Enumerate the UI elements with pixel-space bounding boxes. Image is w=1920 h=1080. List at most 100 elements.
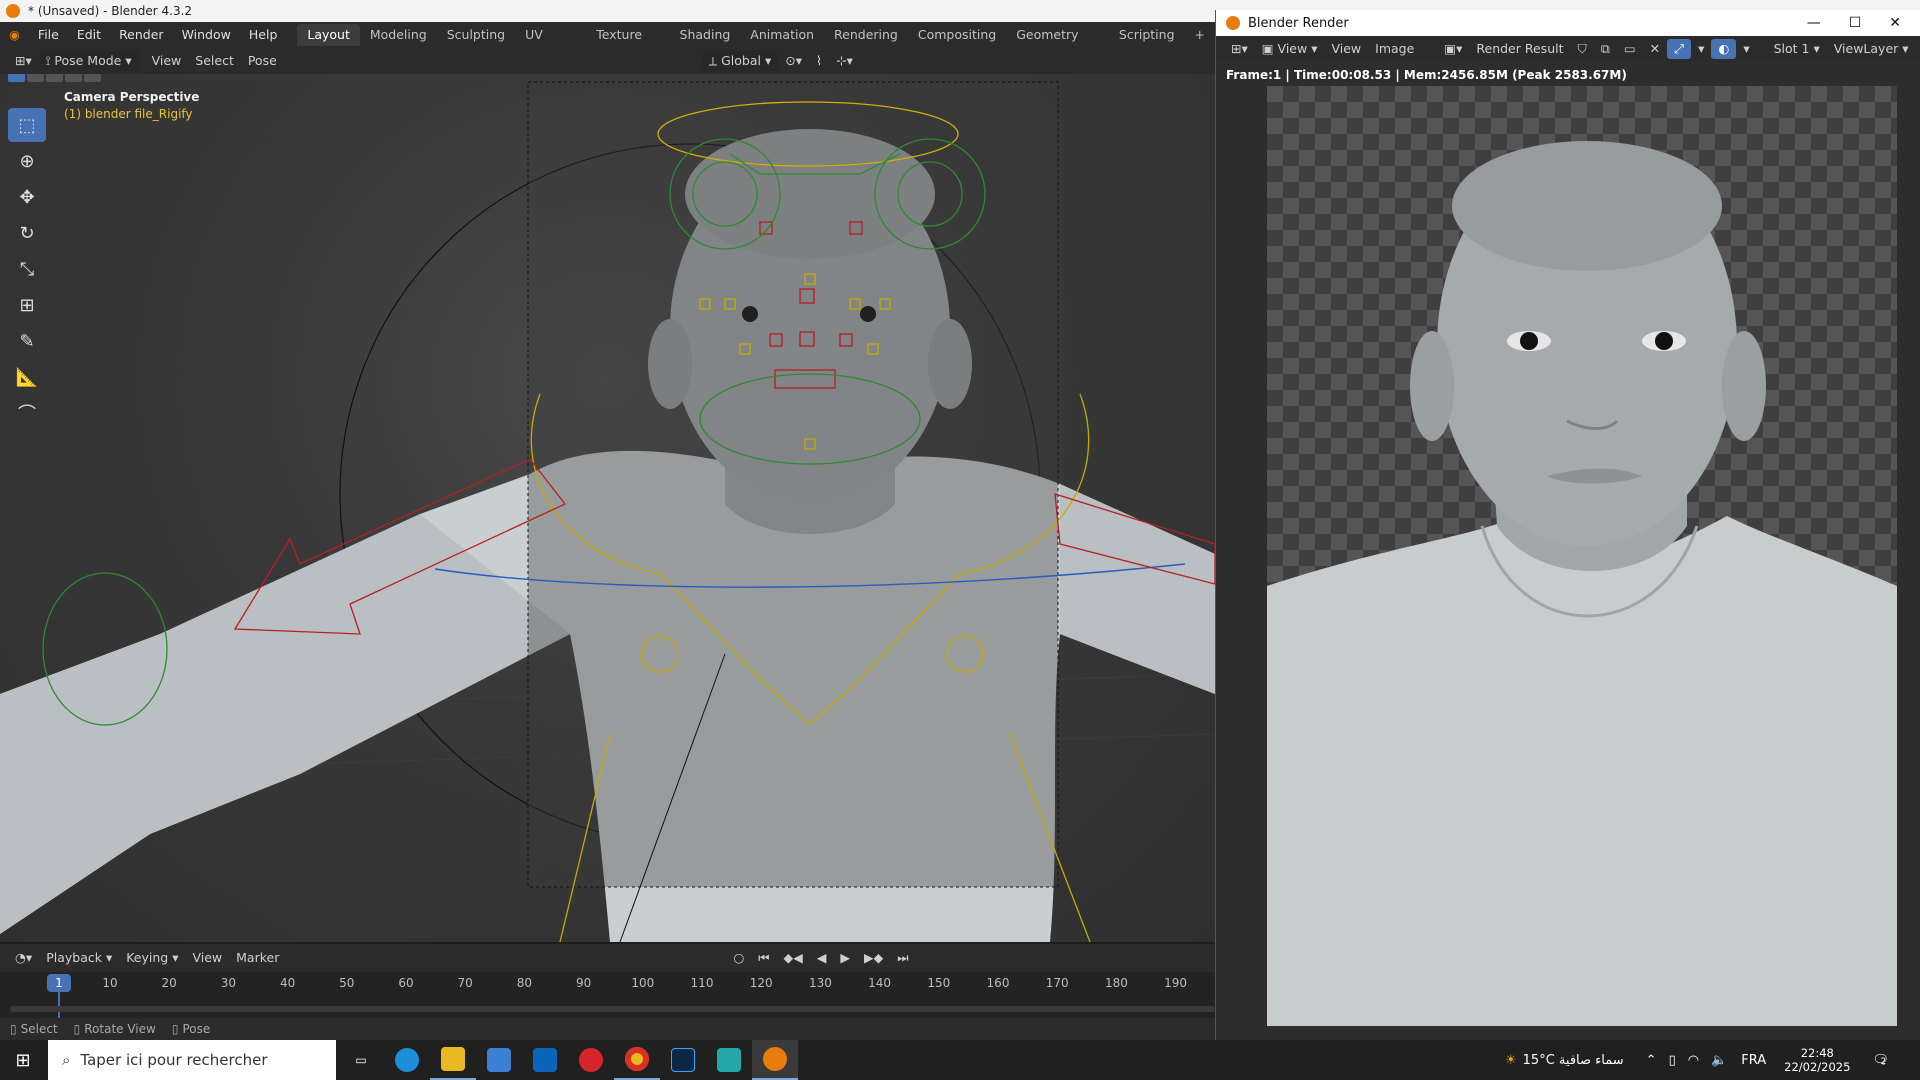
- select-extend-icon[interactable]: [27, 74, 44, 82]
- transform-tool-icon[interactable]: ⊞: [8, 288, 46, 322]
- device-icon[interactable]: ▯: [1669, 1053, 1676, 1068]
- menu-render[interactable]: Render: [110, 22, 173, 48]
- menu-image[interactable]: Image: [1368, 39, 1421, 59]
- network-icon[interactable]: ◠: [1688, 1053, 1699, 1068]
- menu-view[interactable]: View: [145, 51, 189, 71]
- 3d-viewport[interactable]: Camera Perspective (1) blender file_Rigi…: [0, 74, 1215, 942]
- maximize-icon[interactable]: ☐: [1849, 15, 1862, 31]
- minimize-icon[interactable]: —: [1807, 15, 1821, 31]
- jump-start-icon[interactable]: ⏮: [751, 948, 776, 968]
- open-image-icon[interactable]: ▭: [1617, 39, 1643, 59]
- gizmo-dropdown-icon[interactable]: ▾: [1691, 39, 1711, 59]
- tab-geometry-nodes[interactable]: Geometry Nodes: [1006, 24, 1109, 64]
- playhead[interactable]: [58, 992, 60, 1018]
- viewlayer-dropdown[interactable]: ViewLayer ▾: [1827, 39, 1916, 59]
- tab-rendering[interactable]: Rendering: [824, 24, 908, 46]
- add-workspace-icon[interactable]: +: [1185, 24, 1215, 46]
- gizmo-toggle-icon[interactable]: ⤢: [1667, 39, 1692, 59]
- annotate-tool-icon[interactable]: ✎: [8, 324, 46, 358]
- tab-shading[interactable]: Shading: [670, 24, 741, 46]
- taskbar-search-input[interactable]: ⌕ Taper ici pour rechercher: [48, 1040, 336, 1080]
- play-icon[interactable]: ▶: [833, 948, 857, 968]
- outlook-icon[interactable]: [522, 1040, 568, 1080]
- image-browse-icon[interactable]: ▣▾: [1437, 39, 1469, 59]
- timeline-scrollbar[interactable]: [10, 1006, 1215, 1012]
- snap-icon[interactable]: ⌇: [809, 51, 829, 71]
- menu-marker[interactable]: Marker: [229, 948, 286, 968]
- weather-icon[interactable]: ☀: [1505, 1053, 1517, 1068]
- measure-tool-icon[interactable]: 📐: [8, 360, 46, 394]
- pivot-icon[interactable]: ⊙▾: [778, 51, 809, 71]
- select-tool-icon[interactable]: ⬚: [8, 108, 46, 142]
- unlink-image-icon[interactable]: ✕: [1643, 39, 1667, 59]
- select-box-mode-icon[interactable]: [8, 74, 25, 82]
- tab-uv-editing[interactable]: UV Editing: [515, 24, 586, 64]
- overlay-toggle-icon[interactable]: ◐: [1711, 39, 1737, 59]
- overlay-dropdown-icon[interactable]: ▾: [1736, 39, 1756, 59]
- menu-timeline-view[interactable]: View: [185, 948, 229, 968]
- proportional-icon[interactable]: ⊹▾: [829, 51, 860, 71]
- menu-help[interactable]: Help: [240, 22, 287, 48]
- tray-expand-icon[interactable]: ⌃: [1646, 1053, 1657, 1068]
- input-language[interactable]: FRA: [1741, 1053, 1766, 1068]
- autokey-icon[interactable]: ○: [726, 948, 751, 968]
- jump-end-icon[interactable]: ⏭: [890, 948, 915, 968]
- chrome-icon[interactable]: [614, 1040, 660, 1080]
- mode-selector[interactable]: ⟟ Pose Mode ▾: [38, 51, 139, 71]
- menu-pose[interactable]: Pose: [241, 51, 284, 71]
- notifications-icon[interactable]: 🗨 2: [1872, 1053, 1889, 1068]
- new-image-icon[interactable]: ⧉: [1594, 39, 1617, 59]
- rotate-tool-icon[interactable]: ↻: [8, 216, 46, 250]
- slot-dropdown[interactable]: Slot 1 ▾: [1767, 39, 1827, 59]
- file-explorer-icon[interactable]: [430, 1040, 476, 1080]
- timeline-ruler[interactable]: 1 10 20 30 40 50 60 70 80 90 100 110 120 130 140 150 16…: [0, 972, 1215, 1018]
- view-mode-dropdown[interactable]: ▣ View ▾: [1255, 39, 1325, 59]
- task-view-icon[interactable]: ▭: [338, 1040, 384, 1080]
- tab-layout[interactable]: Layout: [297, 24, 360, 46]
- render-result-image[interactable]: [1267, 86, 1897, 1026]
- timeline-editor-icon[interactable]: ◔▾: [8, 948, 39, 968]
- edge-icon[interactable]: [384, 1040, 430, 1080]
- fake-user-icon[interactable]: ⛉: [1571, 39, 1594, 59]
- tab-animation[interactable]: Animation: [740, 24, 824, 46]
- blender-taskbar-icon[interactable]: [752, 1040, 798, 1080]
- select-invert-icon[interactable]: [65, 74, 82, 82]
- volume-icon[interactable]: 🔈: [1711, 1053, 1727, 1068]
- prev-keyframe-icon[interactable]: ◆◀: [777, 948, 810, 968]
- blender-logo-icon: [6, 4, 20, 18]
- menu-playback[interactable]: Playback ▾: [39, 948, 119, 968]
- tab-sculpting[interactable]: Sculpting: [437, 24, 515, 46]
- menu-render-view[interactable]: View: [1324, 39, 1368, 59]
- editor-type-icon[interactable]: ⊞▾: [8, 51, 39, 71]
- selection-mode-buttons[interactable]: [8, 74, 101, 82]
- close-icon[interactable]: ✕: [1889, 15, 1901, 31]
- play-reverse-icon[interactable]: ◀: [810, 948, 834, 968]
- opera-icon[interactable]: [568, 1040, 614, 1080]
- tab-modeling[interactable]: Modeling: [360, 24, 437, 46]
- photoshop-icon[interactable]: [660, 1040, 706, 1080]
- bone-tool-icon[interactable]: ⌒: [8, 396, 46, 430]
- weather-text[interactable]: 15°C سماء صافية: [1523, 1053, 1624, 1068]
- scale-tool-icon[interactable]: ⤡: [8, 252, 46, 286]
- image-editor-icon[interactable]: ⊞▾: [1224, 39, 1255, 59]
- select-intersect-icon[interactable]: [84, 74, 101, 82]
- menu-file[interactable]: File: [29, 22, 68, 48]
- select-subtract-icon[interactable]: [46, 74, 63, 82]
- menu-select[interactable]: Select: [188, 51, 241, 71]
- windows-start-icon[interactable]: ⊞: [0, 1040, 46, 1080]
- next-keyframe-icon[interactable]: ▶◆: [857, 948, 890, 968]
- menu-keying[interactable]: Keying ▾: [119, 948, 185, 968]
- clock[interactable]: 22:48 22/02/2025: [1784, 1046, 1850, 1074]
- blender-menu-icon[interactable]: ◉: [0, 22, 29, 48]
- cursor-tool-icon[interactable]: ⊕: [8, 144, 46, 178]
- maya-icon[interactable]: [706, 1040, 752, 1080]
- store-icon[interactable]: [476, 1040, 522, 1080]
- tab-texture-paint[interactable]: Texture Paint: [586, 24, 669, 64]
- menu-edit[interactable]: Edit: [68, 22, 110, 48]
- render-result-name[interactable]: Render Result: [1469, 39, 1570, 59]
- move-tool-icon[interactable]: ✥: [8, 180, 46, 214]
- menu-window[interactable]: Window: [173, 22, 240, 48]
- tab-scripting[interactable]: Scripting: [1109, 24, 1185, 46]
- orientation-dropdown[interactable]: ⟂ Global ▾: [701, 51, 779, 71]
- tab-compositing[interactable]: Compositing: [908, 24, 1006, 46]
